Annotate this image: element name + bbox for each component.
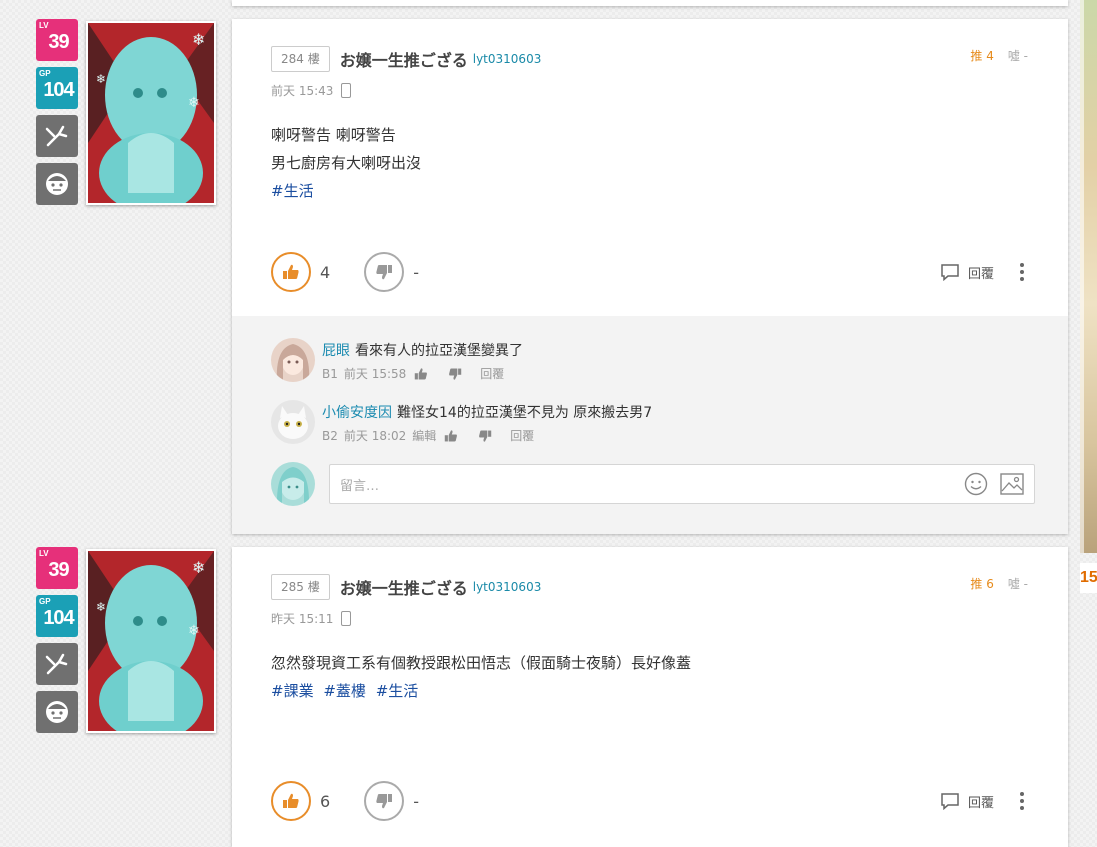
commenter-name[interactable]: 屁眼 [322,343,350,359]
comment-reply-button[interactable]: 回覆 [480,365,504,382]
post-content: 忽然發現資工系有個教授跟松田悟志（假面騎士夜騎）長好像蓋 #課業 #蓋樓 #生活 [271,649,691,705]
comment-time: 前天 15:58 [343,367,407,381]
post-time: 前天 15:43 [271,84,334,98]
gp-button[interactable] [271,252,311,292]
post-card: 284 樓 お嬢一生推ござる lyt0310603 前天 15:43 推 4 噓… [232,19,1068,534]
gp-count: 4 [320,262,331,282]
gp-summary[interactable]: 推 4 [970,47,993,64]
comment-composer: 留言… [271,462,1035,506]
author-name[interactable]: お嬢一生推ござる [340,47,468,71]
author-name[interactable]: お嬢一生推ござる [340,575,468,599]
comment-input[interactable]: 留言… [329,464,1035,504]
comment-floor: B2 [322,428,338,443]
gp-badge: GP 104 [36,67,78,109]
bp-summary[interactable]: 噓 - [1008,47,1028,64]
post-time: 昨天 15:11 [271,612,334,626]
bp-button[interactable] [364,252,405,292]
svg-text:❄: ❄ [192,30,205,49]
level-badge: LV 39 [36,547,78,589]
reply-button[interactable]: 回覆 [940,792,994,811]
user-avatar-card[interactable]: ❄ ❄ ❄ [86,21,216,205]
side-badge: 15 [1080,563,1097,593]
thumb-down-icon [376,265,393,280]
comment-reply-button[interactable]: 回覆 [510,427,534,444]
thumb-down-icon [376,794,393,809]
more-vertical-icon[interactable] [1016,261,1028,283]
comment-item: 小偷安度因 難怪女14的拉亞漢堡不見为 原來搬去男7 B2 前天 18:02 編輯… [271,400,652,444]
tag-link[interactable]: #蓋樓 [323,682,366,700]
gp-summary[interactable]: 推 6 [970,575,993,592]
comment-icon [941,264,959,281]
bp-button[interactable] [364,781,405,821]
comment-section: 屁眼 看來有人的拉亞漢堡變異了 B1 前天 15:58 回覆 小偷安度因 難怪女14… [232,316,1068,534]
comment-text: 難怪女14的拉亞漢堡不見为 原來搬去男7 [397,405,653,421]
face-icon [36,163,78,205]
comment-text: 看來有人的拉亞漢堡變異了 [355,343,523,359]
post-actions: 6 - 回覆 [271,778,1028,824]
svg-text:❄: ❄ [188,95,200,111]
thumb-down-icon[interactable] [478,429,492,443]
phone-icon [341,83,352,98]
user-avatar-card[interactable]: ❄ ❄ ❄ [86,549,216,733]
post-content: 喇呀警告 喇呀警告 男七廚房有大喇呀出沒 #生活 [271,121,421,205]
comment-time: 前天 18:02 [343,429,407,443]
gp-badge: GP 104 [36,595,78,637]
thumb-up-icon[interactable] [444,429,458,443]
svg-text:❄: ❄ [96,72,106,86]
gp-count: 6 [320,791,331,811]
comment-item: 屁眼 看來有人的拉亞漢堡變異了 B1 前天 15:58 回覆 [271,338,523,382]
floor-number[interactable]: 285 樓 [271,574,330,600]
commenter-avatar[interactable] [271,338,315,382]
content-line: 男七廚房有大喇呀出沒 [271,154,422,172]
bp-count: - [413,791,419,811]
user-badges: LV 39 GP 104 [36,547,78,739]
previous-post-card-bottom [232,0,1068,6]
level-badge: LV 39 [36,19,78,61]
wrench-icon [36,115,78,157]
thumb-up-icon [283,793,299,808]
reply-label: 回覆 [967,266,994,282]
phone-icon [341,611,352,626]
reply-button[interactable]: 回覆 [940,263,994,282]
comment-floor: B1 [322,366,338,381]
author-id[interactable]: lyt0310603 [473,52,542,66]
face-icon [36,691,78,733]
bp-summary[interactable]: 噓 - [1008,575,1028,592]
commenter-name[interactable]: 小偷安度因 [322,405,392,421]
commenter-avatar[interactable] [271,400,315,444]
comment-input-placeholder: 留言… [340,478,380,494]
bp-count: - [413,262,419,282]
emoji-icon[interactable] [964,472,988,496]
more-vertical-icon[interactable] [1016,790,1028,812]
svg-text:❄: ❄ [96,600,106,614]
tag-link[interactable]: #生活 [376,682,419,700]
gp-button[interactable] [271,781,311,821]
side-banner-image[interactable] [1080,0,1097,553]
thumb-down-icon[interactable] [448,367,462,381]
vote-summary: 推 6 噓 - [970,575,1028,592]
wrench-icon [36,643,78,685]
user-badges: LV 39 GP 104 [36,19,78,211]
tag-link[interactable]: #課業 [271,682,314,700]
svg-text:❄: ❄ [188,623,200,639]
svg-text:❄: ❄ [192,558,205,577]
thumb-up-icon[interactable] [414,367,428,381]
comment-edit-button[interactable]: 編輯 [412,427,436,444]
image-icon[interactable] [1000,473,1024,495]
tag-link[interactable]: #生活 [271,182,314,200]
reply-label: 回覆 [967,795,994,811]
thumb-up-icon [283,264,299,279]
vote-summary: 推 4 噓 - [970,47,1028,64]
content-line: 喇呀警告 喇呀警告 [271,126,396,144]
post-actions: 4 - 回覆 [271,249,1028,295]
content-line: 忽然發現資工系有個教授跟松田悟志（假面騎士夜騎）長好像蓋 [271,654,692,672]
comment-icon [941,793,959,810]
floor-number[interactable]: 284 樓 [271,46,330,72]
author-id[interactable]: lyt0310603 [473,580,542,594]
post-card: 285 樓 お嬢一生推ござる lyt0310603 昨天 15:11 推 6 噓… [232,547,1068,847]
current-user-avatar [271,462,315,506]
